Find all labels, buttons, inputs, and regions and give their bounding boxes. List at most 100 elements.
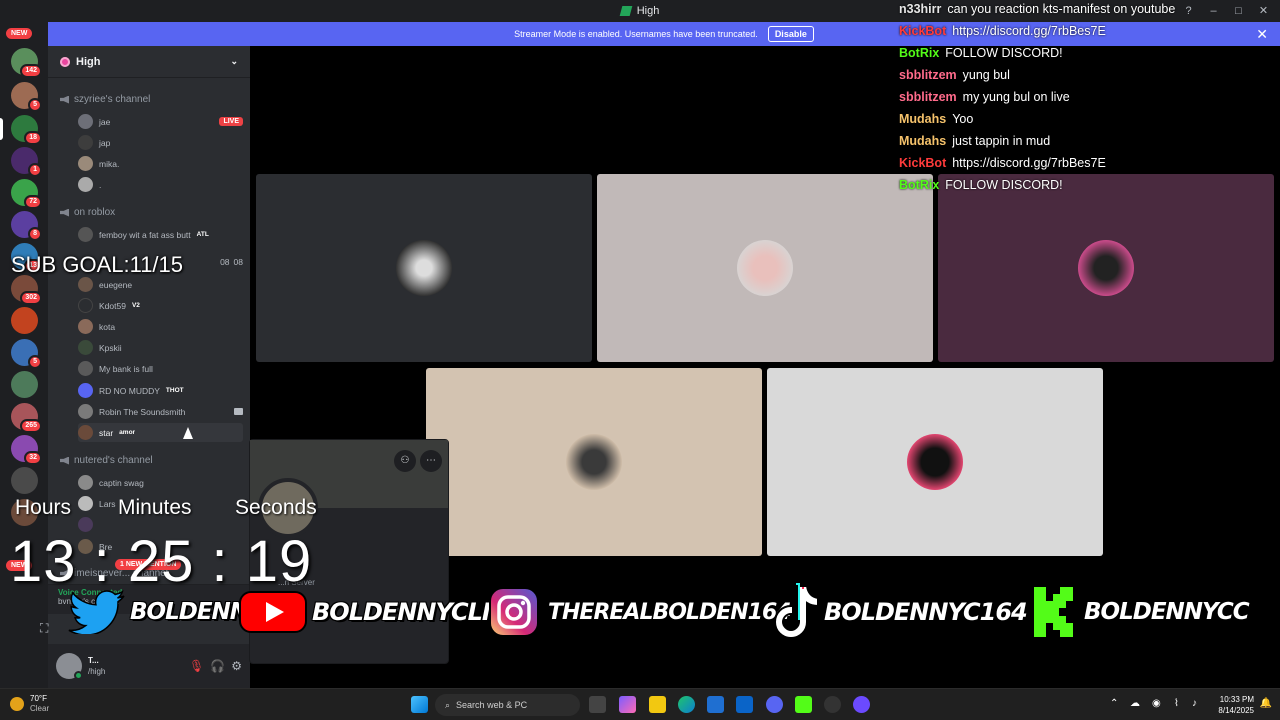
tray-chevron-icon[interactable]: ⌃ — [1110, 698, 1118, 709]
voice-user[interactable]: RD NO MUDDY THOT — [78, 381, 243, 400]
seconds-label: Seconds — [235, 496, 317, 519]
server-icon[interactable] — [11, 371, 38, 398]
server-icon[interactable]: 1 — [11, 147, 42, 177]
voice-user[interactable]: star amor — [78, 423, 243, 442]
edge-icon[interactable] — [678, 696, 695, 713]
user-name: euegene — [99, 279, 133, 290]
server-icon[interactable]: 265 — [11, 403, 42, 433]
participant-tile[interactable] — [426, 368, 762, 556]
chevron-down-icon[interactable]: ⌄ — [230, 56, 238, 67]
server-name: High — [76, 55, 101, 68]
user-name: Kdot59 — [99, 300, 126, 311]
notification-bell-icon[interactable]: 🔔 — [1260, 698, 1272, 709]
screen-share-off-icon[interactable]: ⛶ — [40, 621, 48, 636]
kick-app-icon[interactable] — [795, 696, 812, 713]
participant-tile[interactable] — [256, 174, 592, 362]
copilot-icon[interactable] — [619, 696, 636, 713]
chat-username: Mudahs — [899, 112, 947, 126]
tray-app-icon[interactable]: ☁ — [1130, 698, 1140, 709]
outlook-icon[interactable] — [736, 696, 753, 713]
chat-message: BotRix FOLLOW DISCORD! — [899, 178, 1063, 192]
minimize-button[interactable]: – — [1201, 0, 1226, 22]
chat-username: Mudahs — [899, 134, 947, 148]
participant-tile[interactable] — [597, 174, 933, 362]
voice-user[interactable]: Kpskii — [78, 338, 243, 357]
deafen-icon[interactable]: 🎧 — [210, 659, 225, 673]
mention-badge: 5 — [28, 98, 42, 112]
mention-badge: 142 — [20, 64, 42, 78]
avatar — [78, 383, 93, 398]
voice-user[interactable]: Robin The Soundsmith — [78, 402, 243, 421]
server-icon[interactable]: 18 — [11, 115, 42, 145]
user-avatar[interactable] — [56, 653, 83, 680]
instagram-handle: THEREALBOLDEN164 — [548, 599, 792, 625]
speaker-icon — [60, 95, 69, 104]
user-name: Kpskii — [99, 342, 122, 353]
chat-username: KickBot — [899, 156, 947, 170]
settings-gear-icon[interactable]: ⚙ — [231, 659, 242, 673]
wifi-icon[interactable]: ⌇ — [1174, 698, 1179, 709]
taskbar-search[interactable]: ⌕ Search web & PC — [435, 694, 580, 716]
participant-tile[interactable] — [938, 174, 1274, 362]
voice-channel[interactable]: szyriee's channel — [60, 94, 150, 105]
participant-avatar — [566, 434, 622, 490]
live-badge: LIVE — [219, 117, 243, 126]
store-icon[interactable] — [707, 696, 724, 713]
voice-channel[interactable]: on roblox — [60, 207, 115, 218]
banner-text: Streamer Mode is enabled. Usernames have… — [514, 29, 758, 39]
banner-close-icon[interactable]: ✕ — [1256, 26, 1268, 43]
close-window-button[interactable]: ✕ — [1251, 0, 1276, 22]
volume-icon[interactable]: ♪ — [1192, 698, 1197, 709]
server-icon[interactable]: 302 — [11, 275, 42, 305]
disable-button[interactable]: Disable — [767, 26, 814, 42]
start-windows-icon[interactable] — [411, 696, 428, 713]
voice-user[interactable]: jae LIVE — [78, 112, 243, 131]
chat-text: https://discord.gg/7rbBes7E — [952, 24, 1106, 38]
chat-text: FOLLOW DISCORD! — [945, 178, 1063, 192]
weather-widget[interactable]: 70°F Clear — [10, 694, 49, 714]
social-youtube: BOLDENNYCLIVE — [238, 580, 524, 644]
server-icon[interactable] — [11, 467, 38, 494]
voice-user[interactable]: . — [78, 175, 243, 194]
obs-icon[interactable] — [824, 696, 841, 713]
server-icon[interactable]: 32 — [11, 435, 42, 465]
voice-user[interactable]: My bank is full — [78, 359, 243, 378]
file-explorer-icon[interactable] — [649, 696, 666, 713]
server-icon[interactable]: 5 — [11, 339, 42, 369]
help-icon[interactable]: ? — [1176, 0, 1201, 22]
add-friend-icon[interactable]: ⚇ — [394, 450, 416, 472]
voice-channel[interactable]: nutered's channel — [60, 455, 153, 466]
selected-server-indicator — [0, 118, 3, 140]
server-icon[interactable] — [11, 307, 38, 334]
server-icon[interactable]: 8 — [11, 211, 42, 241]
server-icon[interactable]: 72 — [11, 179, 42, 209]
instagram-icon — [489, 587, 539, 637]
server-flower-icon — [60, 56, 70, 67]
mute-icon[interactable]: 🎙 — [189, 659, 204, 673]
voice-user[interactable]: kota — [78, 317, 243, 336]
voice-user[interactable]: femboy wit a fat ass butt ATL — [78, 225, 243, 244]
user-status: /high — [88, 667, 106, 676]
voice-user[interactable]: captin swag — [78, 473, 243, 492]
avatar — [78, 425, 93, 440]
app-icon[interactable] — [853, 696, 870, 713]
server-icon[interactable]: 142 — [11, 48, 42, 78]
task-view-icon[interactable] — [589, 696, 606, 713]
system-clock[interactable]: 10:33 PM 8/14/2025 — [1218, 694, 1254, 716]
voice-user[interactable]: jap — [78, 133, 243, 152]
chat-text: FOLLOW DISCORD! — [945, 46, 1063, 60]
discord-icon[interactable] — [766, 696, 783, 713]
chat-text: my yung bul on live — [962, 90, 1070, 104]
voice-user[interactable]: Kdot59 V2 — [78, 296, 243, 315]
avatar — [78, 227, 93, 242]
more-options-icon[interactable]: ⋯ — [420, 450, 442, 472]
voice-user[interactable]: mika. — [78, 154, 243, 173]
maximize-button[interactable]: □ — [1226, 0, 1251, 22]
new-unread-pill[interactable]: NEW — [6, 28, 33, 39]
participant-tile[interactable] — [767, 368, 1103, 556]
avatar — [78, 135, 93, 150]
server-header[interactable]: High ⌄ — [48, 46, 250, 78]
tray-app-icon[interactable]: ◉ — [1152, 698, 1161, 709]
server-icon[interactable]: 5 — [11, 82, 42, 112]
avatar — [78, 114, 93, 129]
